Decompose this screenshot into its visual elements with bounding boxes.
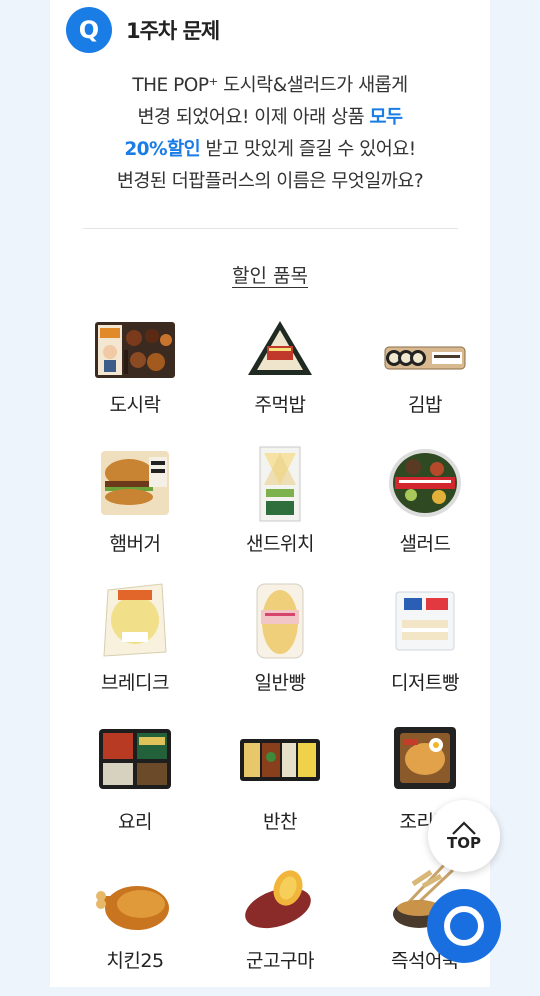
item-dessert-bread: 디저트빵 [360, 588, 490, 718]
hamburger-image [101, 451, 169, 515]
quiz-card: Q 1주차 문제 THE POP⁺ 도시락&샐러드가 새롭게 변경 되었어요! … [50, 0, 490, 987]
question-highlight-all: 모두 [369, 107, 404, 128]
lunchbox-image [95, 322, 175, 378]
question-title: 1주차 문제 [126, 19, 220, 43]
item-lunchbox: 도시락 [70, 310, 200, 440]
discount-list-title: 할인 품목 [50, 261, 490, 288]
item-label: 샐러드 [399, 533, 451, 555]
item-bread-pack: 브레디크 [70, 583, 200, 718]
sweet-potato-image [245, 870, 311, 929]
item-label: 샌드위치 [246, 533, 314, 555]
item-rice-ball: 주먹밥 [215, 310, 345, 440]
discount-list-title-text: 할인 품목 [232, 265, 308, 287]
bread-image [256, 583, 304, 659]
question-line-4: 변경된 더팝플러스의 이름은 무엇일까요? [116, 171, 424, 192]
scroll-top-button[interactable]: TOP [428, 800, 500, 872]
side-dish-image [240, 739, 320, 781]
item-gimbap: 김밥 [360, 310, 490, 440]
question-text: THE POP⁺ 도시락&샐러드가 새롭게 변경 되었어요! 이제 아래 상품 … [50, 70, 490, 198]
question-line-3-text: 받고 맛있게 즐길 수 있어요! [200, 139, 417, 160]
fried-chicken-image [96, 886, 169, 930]
gimbap-image [384, 346, 466, 370]
dish-image [99, 729, 171, 789]
item-salad: 샐러드 [360, 449, 490, 579]
noodles-image [394, 727, 456, 789]
question-highlight-discount: 20%할인 [124, 139, 201, 160]
q-badge: Q [66, 7, 112, 53]
top-button-label: TOP [447, 834, 481, 852]
item-label: 도시락 [109, 394, 161, 416]
item-label: 주먹밥 [254, 394, 306, 416]
circle-icon [444, 906, 484, 946]
dessert-bread-image [395, 591, 455, 651]
rice-ball-image [248, 321, 312, 375]
item-label: 군고구마 [246, 950, 314, 972]
question-line-2-text: 변경 되었어요! 이제 아래 상품 [137, 107, 370, 128]
item-label: 요리 [118, 811, 152, 833]
bread-pack-image [103, 583, 167, 657]
sandwich-image [259, 446, 301, 522]
item-dish: 요리 [70, 727, 200, 857]
floating-action-button[interactable] [427, 889, 501, 963]
item-label: 햄버거 [109, 533, 161, 555]
question-header: Q 1주차 문제 [66, 7, 220, 53]
question-line-2: 변경 되었어요! 이제 아래 상품 모두 [50, 102, 490, 134]
item-label: 김밥 [408, 394, 442, 416]
item-label: 브레디크 [101, 672, 169, 694]
question-line-1: THE POP⁺ 도시락&샐러드가 새롭게 [132, 75, 408, 96]
question-line-3: 20%할인 받고 맛있게 즐길 수 있어요! [50, 134, 490, 166]
salad-image [389, 449, 461, 517]
item-label: 반찬 [263, 811, 297, 833]
item-hamburger: 햄버거 [70, 449, 200, 579]
divider [83, 228, 458, 229]
item-side-dish: 반찬 [215, 727, 345, 857]
item-sweet-potato: 군고구마 [215, 866, 345, 996]
item-label: 디저트빵 [391, 672, 459, 694]
item-label: 일반빵 [254, 672, 306, 694]
item-fried-chicken: 치킨25 [70, 866, 200, 996]
item-sandwich: 샌드위치 [215, 446, 345, 579]
item-bread: 일반빵 [215, 583, 345, 718]
item-label: 치킨25 [106, 950, 164, 972]
